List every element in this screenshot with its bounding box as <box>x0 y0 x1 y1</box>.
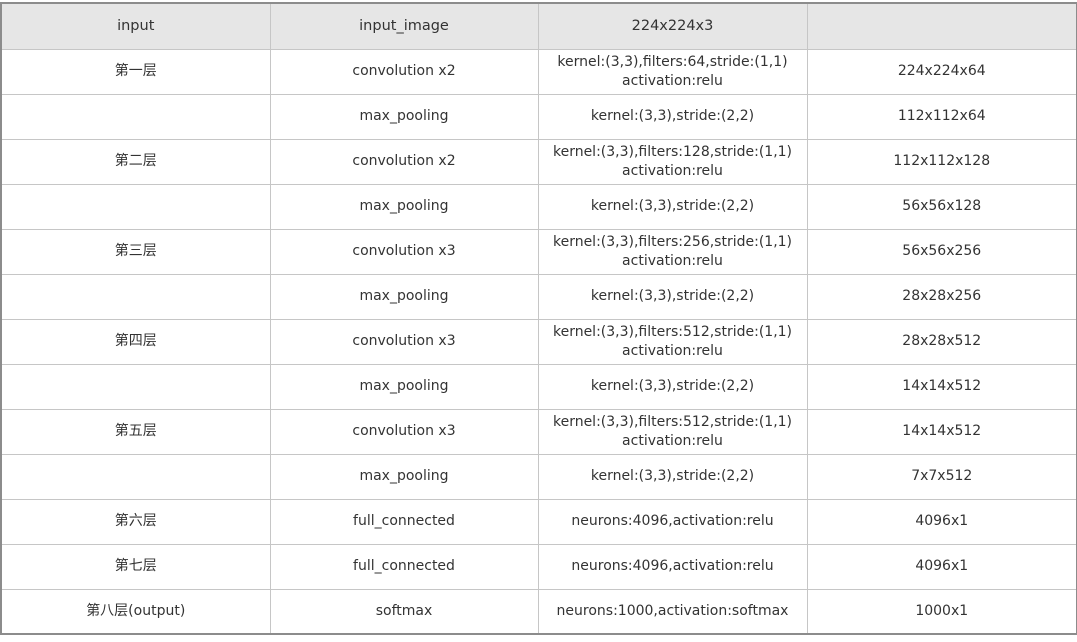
table-row: 第八层(output) softmax neurons:1000,activatio… <box>0 588 1077 635</box>
output-cell: 112x112x64 <box>806 93 1077 140</box>
operation-cell: max_pooling <box>269 183 539 230</box>
params-cell: kernel:(3,3),filters:64,stride:(1,1) acti… <box>537 48 808 95</box>
params-cell: neurons:4096,activation:relu <box>537 498 808 545</box>
params-line: kernel:(3,3),stride:(2,2) <box>590 108 755 124</box>
operation-cell: max_pooling <box>269 93 539 140</box>
operation-cell: convolution x3 <box>269 408 539 455</box>
header-cell-layer: input <box>0 2 271 50</box>
operation-cell: convolution x3 <box>269 318 539 365</box>
params-line: kernel:(3,3),filters:128,stride:(1,1) <box>552 143 793 160</box>
params-line: activation:relu <box>622 432 723 449</box>
table-header: input input_image 224x224x3 <box>0 2 1077 50</box>
table-row: 第七层 full_connected neurons:4096,activation… <box>0 543 1077 590</box>
params-cell: kernel:(3,3),filters:512,stride:(1,1) act… <box>537 408 808 455</box>
params-cell: kernel:(3,3),filters:128,stride:(1,1) act… <box>537 138 808 185</box>
header-cell-params: 224x224x3 <box>537 2 808 50</box>
params-line: neurons:1000,activation:softmax <box>556 602 789 619</box>
params-line: kernel:(3,3),stride:(2,2) <box>590 468 755 484</box>
operation-cell: full_connected <box>269 543 539 590</box>
operation-cell: full_connected <box>269 498 539 545</box>
params-cell: kernel:(3,3),stride:(2,2) <box>537 183 808 230</box>
params-cell: kernel:(3,3),stride:(2,2) <box>537 363 808 410</box>
output-cell: 224x224x64 <box>806 48 1077 95</box>
params-line: kernel:(3,3),stride:(2,2) <box>590 378 755 394</box>
layer-cell: 第四层 <box>0 318 271 365</box>
params-cell: kernel:(3,3),filters:512,stride:(1,1) act… <box>537 318 808 365</box>
output-cell: 14x14x512 <box>806 363 1077 410</box>
operation-cell: convolution x2 <box>269 48 539 95</box>
layer-cell: 第二层 <box>0 138 271 185</box>
table-row: max_pooling kernel:(3,3),stride:(2,2) 7x7x… <box>0 453 1077 500</box>
operation-cell: convolution x2 <box>269 138 539 185</box>
params-line: activation:relu <box>622 342 723 359</box>
params-cell: kernel:(3,3),stride:(2,2) <box>537 273 808 320</box>
output-cell: 1000x1 <box>806 588 1077 635</box>
table-row: 第三层 convolution x3 kernel:(3,3),filters:25… <box>0 228 1077 275</box>
layer-cell: 第一层 <box>0 48 271 95</box>
layer-cell <box>0 453 271 500</box>
params-cell: kernel:(3,3),stride:(2,2) <box>537 453 808 500</box>
params-line: activation:relu <box>622 72 723 89</box>
output-cell: 28x28x256 <box>806 273 1077 320</box>
operation-cell: softmax <box>269 588 539 635</box>
params-line: kernel:(3,3),filters:256,stride:(1,1) <box>552 233 793 250</box>
params-line: neurons:4096,activation:relu <box>571 558 774 574</box>
table-row: max_pooling kernel:(3,3),stride:(2,2) 56x5… <box>0 183 1077 230</box>
layer-cell: 第八层(output) <box>0 588 271 635</box>
operation-cell: max_pooling <box>269 453 539 500</box>
output-cell: 28x28x512 <box>806 318 1077 365</box>
layer-cell <box>0 363 271 410</box>
header-cell-operation: input_image <box>269 2 539 50</box>
output-cell: 56x56x128 <box>806 183 1077 230</box>
header-cell-output <box>806 2 1077 50</box>
output-cell: 7x7x512 <box>806 453 1077 500</box>
params-line: kernel:(3,3),filters:512,stride:(1,1) <box>552 323 793 340</box>
table-row: max_pooling kernel:(3,3),stride:(2,2) 28x2… <box>0 273 1077 320</box>
layer-cell <box>0 93 271 140</box>
table-row: 第四层 convolution x3 kernel:(3,3),filters:51… <box>0 318 1077 365</box>
params-line: kernel:(3,3),filters:64,stride:(1,1) <box>557 53 788 70</box>
layer-cell: 第五层 <box>0 408 271 455</box>
table-row: 第一层 convolution x2 kernel:(3,3),filters:64… <box>0 48 1077 95</box>
params-line: activation:relu <box>622 252 723 269</box>
output-cell: 4096x1 <box>806 498 1077 545</box>
params-cell: neurons:1000,activation:softmax <box>537 588 808 635</box>
params-line: kernel:(3,3),stride:(2,2) <box>590 198 755 214</box>
table-body: 第一层 convolution x2 kernel:(3,3),filters:64… <box>0 48 1077 635</box>
layer-cell <box>0 183 271 230</box>
layer-cell: 第七层 <box>0 543 271 590</box>
header-row: input input_image 224x224x3 <box>0 2 1077 50</box>
operation-cell: convolution x3 <box>269 228 539 275</box>
layer-cell: 第六层 <box>0 498 271 545</box>
table-row: 第二层 convolution x2 kernel:(3,3),filters:12… <box>0 138 1077 185</box>
params-line: activation:relu <box>622 162 723 179</box>
params-line: neurons:4096,activation:relu <box>571 513 774 529</box>
params-cell: kernel:(3,3),filters:256,stride:(1,1) act… <box>537 228 808 275</box>
table-row: 第六层 full_connected neurons:4096,activation… <box>0 498 1077 545</box>
params-line: kernel:(3,3),filters:512,stride:(1,1) <box>552 413 793 430</box>
output-cell: 56x56x256 <box>806 228 1077 275</box>
output-cell: 14x14x512 <box>806 408 1077 455</box>
output-cell: 4096x1 <box>806 543 1077 590</box>
table-row: max_pooling kernel:(3,3),stride:(2,2) 14x1… <box>0 363 1077 410</box>
operation-cell: max_pooling <box>269 273 539 320</box>
vgg-architecture-table: input input_image 224x224x3 第一层 convoluti… <box>0 2 1077 635</box>
table-row: 第五层 convolution x3 kernel:(3,3),filters:51… <box>0 408 1077 455</box>
table-row: max_pooling kernel:(3,3),stride:(2,2) 112x… <box>0 93 1077 140</box>
layer-cell: 第三层 <box>0 228 271 275</box>
params-line: kernel:(3,3),stride:(2,2) <box>590 288 755 304</box>
params-cell: neurons:4096,activation:relu <box>537 543 808 590</box>
params-cell: kernel:(3,3),stride:(2,2) <box>537 93 808 140</box>
operation-cell: max_pooling <box>269 363 539 410</box>
layer-cell <box>0 273 271 320</box>
output-cell: 112x112x128 <box>806 138 1077 185</box>
